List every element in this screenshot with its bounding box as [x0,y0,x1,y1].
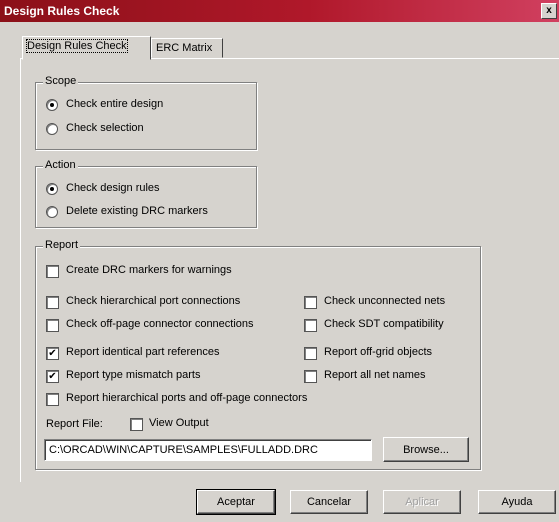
close-icon[interactable]: x [541,3,557,19]
tab-erc-matrix[interactable]: ERC Matrix [151,38,223,58]
tab-panel [20,58,559,482]
tab-design-rules-check[interactable]: Design Rules Check [22,36,151,60]
title-bar: Design Rules Check x [0,0,559,22]
tab-label: Design Rules Check [26,39,128,53]
tab-label: ERC Matrix [156,42,213,54]
apply-button[interactable]: Aplicar [383,490,461,514]
window-title: Design Rules Check [4,4,120,18]
cancel-button[interactable]: Cancelar [290,490,368,514]
ok-button[interactable]: Aceptar [196,489,276,515]
help-button[interactable]: Ayuda [478,490,556,514]
